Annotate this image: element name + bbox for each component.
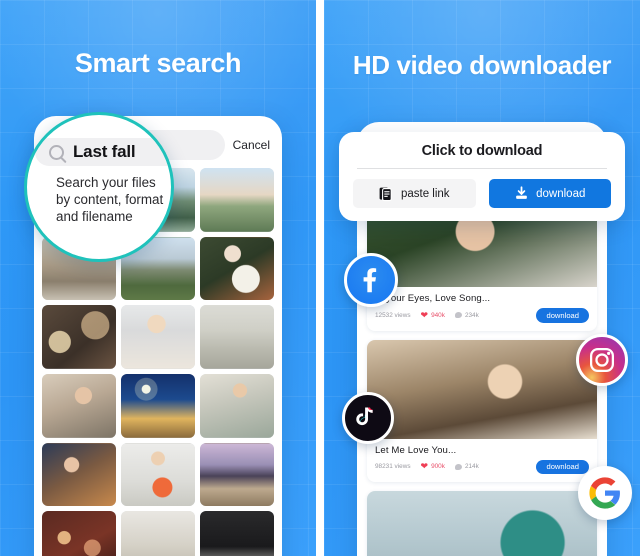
photo-thumbnail[interactable] bbox=[200, 373, 274, 438]
download-action-label: download bbox=[536, 187, 586, 200]
like-count: 900k bbox=[431, 463, 445, 471]
comment-bubble-icon bbox=[454, 463, 462, 470]
like-stat: ❤ 900k bbox=[421, 462, 445, 471]
download-arrow-icon bbox=[516, 186, 527, 199]
video-stats-row: 12532 views ❤ 940k 234k download bbox=[375, 308, 589, 323]
photo-thumbnail[interactable] bbox=[200, 168, 274, 232]
view-count: 98231 views bbox=[375, 463, 411, 471]
video-stats-row: 98231 views ❤ 900k 214k download bbox=[375, 459, 589, 475]
clipboard-icon bbox=[379, 187, 392, 201]
paste-link-label: paste link bbox=[400, 187, 450, 200]
paste-link-button[interactable]: paste link bbox=[353, 179, 476, 208]
download-button[interactable]: download bbox=[536, 459, 589, 475]
photo-thumbnail[interactable] bbox=[200, 442, 274, 507]
cancel-button[interactable]: Cancel bbox=[233, 138, 270, 152]
video-title: Let Me Love You... bbox=[375, 444, 457, 456]
download-action-button[interactable]: download bbox=[488, 179, 611, 208]
facebook-icon[interactable] bbox=[344, 253, 398, 307]
photo-thumbnail[interactable] bbox=[42, 305, 116, 369]
magnified-search-input[interactable]: Last fall bbox=[35, 138, 171, 166]
comment-count: 214k bbox=[464, 463, 479, 471]
photo-thumbnail[interactable] bbox=[121, 511, 195, 556]
photo-thumbnail[interactable] bbox=[200, 511, 274, 556]
like-stat: ❤ 940k bbox=[420, 309, 445, 320]
left-promo-panel: Smart search Last fall Cancel bbox=[0, 0, 316, 556]
panel-divider bbox=[316, 0, 324, 556]
feature-description: Search your files by content, format and… bbox=[56, 175, 164, 224]
video-title: In your Eyes, Love Song... bbox=[375, 293, 491, 304]
comment-stat: 214k bbox=[454, 463, 479, 471]
download-card-actions: paste link download bbox=[353, 179, 611, 208]
download-button[interactable]: download bbox=[536, 308, 589, 323]
page-title: Smart search bbox=[74, 48, 242, 78]
tiktok-icon[interactable] bbox=[342, 392, 394, 444]
comment-bubble-icon bbox=[454, 312, 462, 319]
view-count: 12532 views bbox=[375, 311, 411, 319]
facebook-glyph bbox=[363, 268, 377, 293]
photo-thumbnail[interactable] bbox=[121, 373, 195, 438]
photo-thumbnail[interactable] bbox=[200, 305, 274, 369]
photo-thumbnail[interactable] bbox=[121, 305, 195, 369]
instagram-icon[interactable] bbox=[576, 334, 628, 386]
google-glyph bbox=[589, 477, 620, 509]
like-count: 940k bbox=[431, 311, 445, 319]
photo-thumbnail[interactable] bbox=[42, 373, 116, 438]
google-icon[interactable] bbox=[578, 466, 632, 520]
list-item[interactable]: Let Me Love You... 98231 views ❤ 900k 21… bbox=[367, 339, 597, 483]
video-meta: Let Me Love You... 98231 views ❤ 900k 21… bbox=[367, 439, 597, 483]
promo-screenshot: Smart search Last fall Cancel bbox=[0, 0, 640, 556]
video-meta: In your Eyes, Love Song... 12532 views ❤… bbox=[367, 287, 597, 331]
list-item[interactable] bbox=[367, 491, 597, 556]
search-icon bbox=[49, 144, 64, 160]
divider bbox=[357, 168, 607, 169]
video-thumbnail-surfer[interactable] bbox=[367, 491, 597, 556]
page-title: HD video downloader bbox=[352, 50, 612, 80]
comment-stat: 234k bbox=[454, 311, 479, 319]
magnified-search-value: Last fall bbox=[73, 142, 136, 161]
comment-count: 234k bbox=[464, 311, 479, 319]
download-card-title: Click to download bbox=[421, 143, 543, 159]
photo-thumbnail[interactable] bbox=[42, 442, 116, 507]
photo-thumbnail[interactable] bbox=[121, 442, 195, 507]
photo-thumbnail[interactable] bbox=[42, 511, 116, 556]
heart-icon: ❤ bbox=[420, 309, 429, 320]
download-card: Click to download paste link download bbox=[339, 132, 625, 221]
right-promo-panel: HD video downloader In your Eyes, Love S… bbox=[324, 0, 640, 556]
tiktok-glyph bbox=[356, 407, 373, 426]
video-thumbnail-cafe[interactable] bbox=[367, 339, 597, 439]
instagram-glyph bbox=[590, 348, 615, 373]
heart-icon: ❤ bbox=[420, 461, 429, 472]
magnifier-callout: Last fall Search your files by content, … bbox=[24, 112, 174, 262]
photo-thumbnail[interactable] bbox=[200, 236, 274, 301]
